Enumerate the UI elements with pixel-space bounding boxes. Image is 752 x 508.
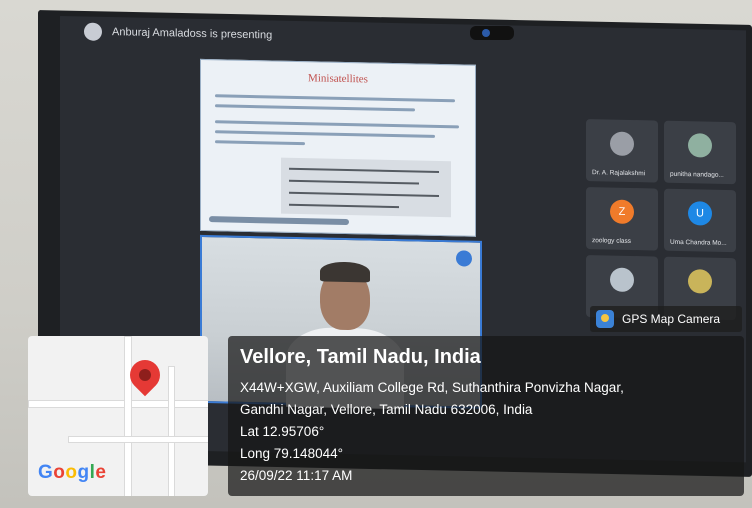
- location-info-panel: Vellore, Tamil Nadu, India X44W+XGW, Aux…: [228, 336, 744, 496]
- slide-caption-line: [209, 216, 349, 226]
- location-city: Vellore, Tamil Nadu, India: [240, 346, 481, 368]
- participant-tile[interactable]: U Uma Chandra Mo...: [664, 188, 736, 253]
- gps-map-camera-badge: GPS Map Camera: [590, 306, 742, 332]
- slide-text-line: [215, 130, 435, 138]
- participant-avatar: U: [688, 201, 712, 226]
- participant-avatar: [688, 269, 712, 294]
- presenter-label: Anburaj Amaladoss is presenting: [112, 26, 273, 42]
- gps-camera-icon: [596, 310, 614, 328]
- gps-badge-label: GPS Map Camera: [622, 312, 721, 326]
- address-line-2: Gandhi Nagar, Vellore, Tamil Nadu 632006…: [240, 402, 533, 417]
- participant-name: Uma Chandra Mo...: [670, 238, 727, 247]
- participant-name: punitha nandago...: [670, 170, 724, 179]
- map-road: [124, 336, 132, 496]
- gel-image: [281, 157, 451, 218]
- gel-band: [289, 203, 399, 209]
- slide-title: Minisatellites: [308, 72, 368, 86]
- participant-name: zoology class: [592, 237, 632, 245]
- speaker-hair: [320, 261, 370, 283]
- presenter-avatar: [84, 22, 102, 41]
- gel-band: [289, 191, 439, 197]
- latitude: Lat 12.95706°: [240, 424, 325, 439]
- shared-slide: Minisatellites: [200, 58, 476, 237]
- participant-avatar: [610, 131, 634, 157]
- map-road: [28, 400, 208, 408]
- timestamp: 26/09/22 11:17 AM: [240, 468, 353, 483]
- participant-tile[interactable]: punitha nandago...: [664, 120, 736, 185]
- slide-text-line: [215, 94, 455, 103]
- address-line-1: X44W+XGW, Auxiliam College Rd, Suthanthi…: [240, 380, 624, 395]
- map-road: [168, 366, 175, 496]
- participant-tile[interactable]: Dr. A. Rajalakshmi: [586, 119, 658, 183]
- slide-text-line: [215, 140, 305, 146]
- participant-name: Dr. A. Rajalakshmi: [592, 169, 646, 178]
- slide-text-line: [215, 104, 415, 112]
- participant-tile[interactable]: Z zoology class: [586, 187, 658, 251]
- audio-activity-icon: [456, 250, 472, 267]
- participant-avatar: [610, 267, 634, 293]
- participant-avatar: [688, 133, 712, 158]
- webcam-device: [470, 26, 514, 40]
- participant-avatar: Z: [610, 199, 634, 225]
- slide-text-line: [215, 120, 459, 129]
- gel-band: [289, 167, 439, 173]
- gel-band: [289, 179, 419, 185]
- webcam-lens: [482, 29, 490, 37]
- map-thumbnail: Google: [28, 336, 208, 496]
- google-logo: Google: [38, 462, 107, 483]
- map-road: [68, 436, 208, 443]
- location-pin-center: [139, 369, 151, 381]
- longitude: Long 79.148044°: [240, 446, 343, 461]
